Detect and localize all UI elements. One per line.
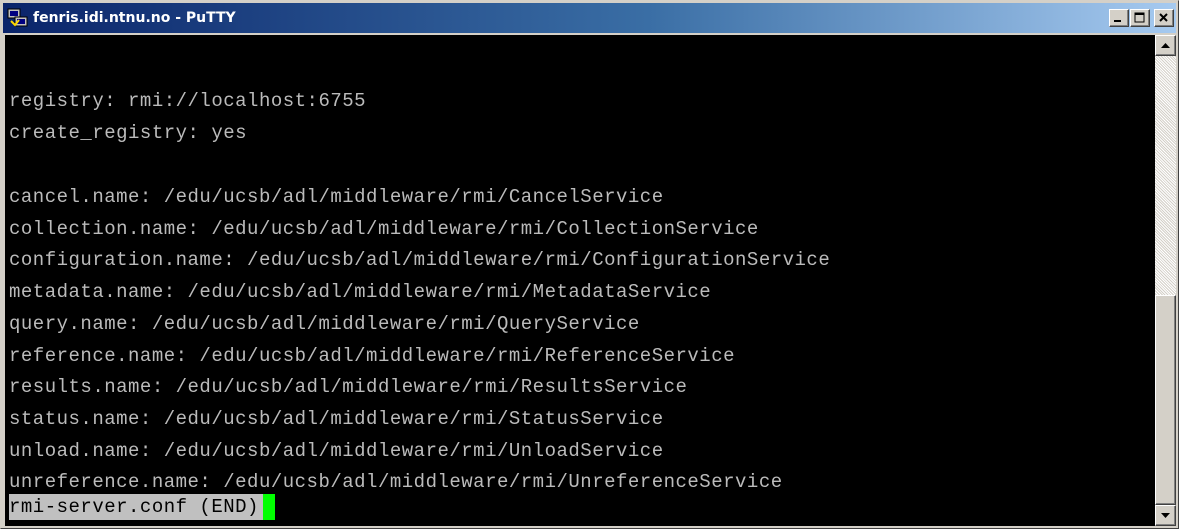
terminal-line: registry: rmi://localhost:6755 — [9, 90, 367, 112]
maximize-icon — [1134, 12, 1145, 23]
putty-icon[interactable] — [7, 7, 29, 29]
text-cursor — [262, 494, 275, 520]
title-bar[interactable]: fenris.idi.ntnu.no - PuTTY — [3, 3, 1176, 33]
terminal-line: collection.name: /edu/ucsb/adl/middlewar… — [9, 218, 759, 240]
window-title: fenris.idi.ntnu.no - PuTTY — [33, 10, 236, 26]
maximize-button[interactable] — [1130, 9, 1150, 27]
scrollbar-thumb[interactable] — [1155, 295, 1176, 505]
minimize-button[interactable] — [1109, 9, 1129, 27]
close-icon — [1159, 13, 1168, 22]
arrow-up-icon — [1161, 43, 1170, 48]
close-button[interactable] — [1154, 9, 1174, 27]
terminal-line: configuration.name: /edu/ucsb/adl/middle… — [9, 249, 831, 271]
terminal-line: unload.name: /edu/ucsb/adl/middleware/rm… — [9, 440, 664, 462]
scroll-down-button[interactable] — [1155, 505, 1176, 526]
pager-status-text: rmi-server.conf (END) — [9, 494, 263, 520]
terminal-line: create_registry: yes — [9, 122, 248, 144]
terminal-line: query.name: /edu/ucsb/adl/middleware/rmi… — [9, 313, 640, 335]
terminal-line: reference.name: /edu/ucsb/adl/middleware… — [9, 345, 736, 367]
scroll-up-button[interactable] — [1155, 35, 1176, 56]
pager-status-line: rmi-server.conf (END) — [9, 494, 275, 520]
terminal-line: status.name: /edu/ucsb/adl/middleware/rm… — [9, 408, 664, 430]
vertical-scrollbar[interactable] — [1155, 35, 1176, 526]
terminal-line: unreference.name: /edu/ucsb/adl/middlewa… — [9, 471, 783, 493]
terminal-line: cancel.name: /edu/ucsb/adl/middleware/rm… — [9, 186, 664, 208]
minimize-icon — [1114, 20, 1121, 22]
terminal-line: results.name: /edu/ucsb/adl/middleware/r… — [9, 376, 688, 398]
arrow-down-icon — [1161, 513, 1170, 518]
putty-window: fenris.idi.ntnu.no - PuTTY registry: rmi… — [0, 0, 1179, 529]
terminal-line: metadata.name: /edu/ucsb/adl/middleware/… — [9, 281, 712, 303]
terminal-area[interactable]: registry: rmi://localhost:6755 create_re… — [5, 35, 1155, 526]
